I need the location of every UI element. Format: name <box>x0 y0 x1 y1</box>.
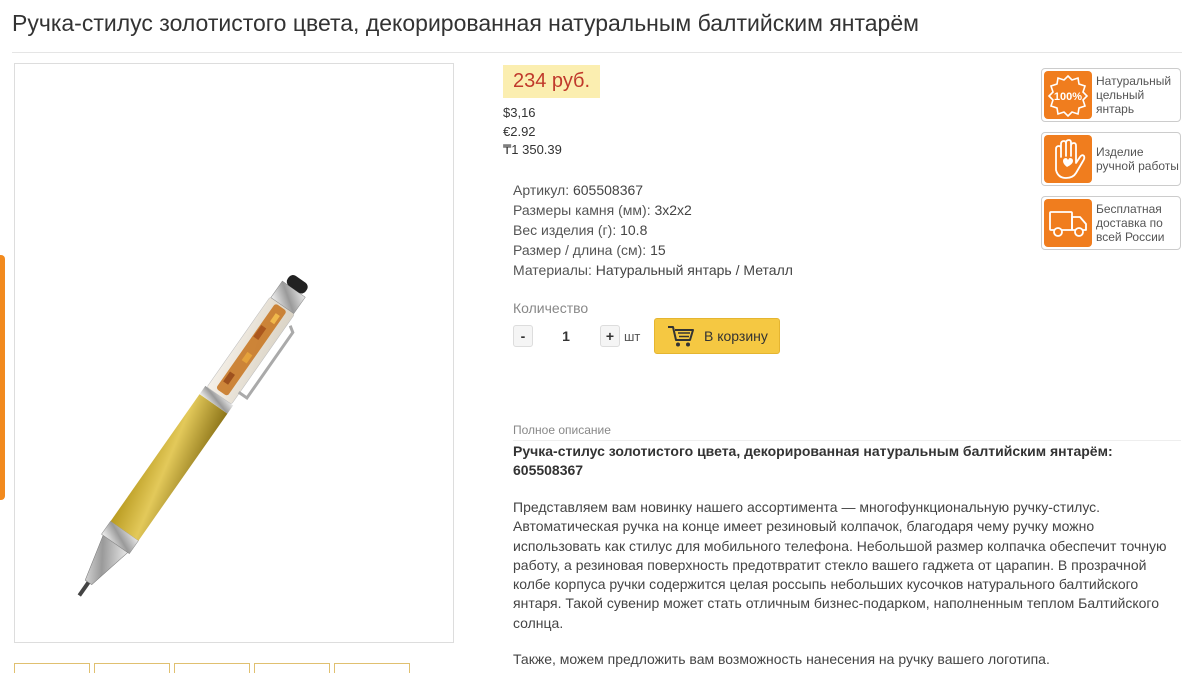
quantity-decrease-button[interactable]: - <box>513 325 533 347</box>
thumbnail[interactable] <box>14 663 90 673</box>
spec-stone-size: Размеры камня (мм): 3х2х2 <box>513 202 692 218</box>
price: 234 руб. <box>503 65 601 98</box>
badge-label: Бесплатная доставка по всей России <box>1096 202 1165 244</box>
thumbnail[interactable] <box>174 663 250 673</box>
pen-image <box>77 274 308 597</box>
badge-natural-amber[interactable]: 100% Натуральный цельный янтарь <box>1041 68 1181 122</box>
thumbnail-strip <box>14 663 410 673</box>
thumbnail[interactable] <box>94 663 170 673</box>
description-body: Представляем вам новинку нашего ассортим… <box>513 499 1167 631</box>
badge-label: Натуральный цельный янтарь <box>1096 74 1172 116</box>
product-specs: Артикул: 605508367 Размеры камня (мм): 3… <box>513 180 793 280</box>
badge-label: Изделие ручной работы <box>1096 145 1179 173</box>
description-logo-note: Также, можем предложить вам возможность … <box>513 651 1050 667</box>
quantity-label: Количество <box>513 300 589 316</box>
add-to-cart-label: В корзину <box>704 328 768 344</box>
quantity-input[interactable] <box>540 325 592 347</box>
alt-prices: $3,16 €2.92 ₸1 350.39 <box>503 104 562 160</box>
price-kzt: ₸1 350.39 <box>503 142 562 157</box>
quantity-increase-button[interactable]: + <box>600 325 620 347</box>
cart-icon <box>668 326 694 347</box>
thumbnail[interactable] <box>334 663 410 673</box>
page-title: Ручка-стилус золотистого цвета, декориро… <box>12 10 919 36</box>
price-eur: €2.92 <box>503 123 536 139</box>
description-title: Ручка-стилус золотистого цвета, декориро… <box>513 443 1113 478</box>
badge-free-delivery[interactable]: Бесплатная доставка по всей России <box>1041 196 1181 250</box>
product-photo[interactable] <box>14 63 454 643</box>
side-tab[interactable] <box>0 255 5 500</box>
svg-text:100%: 100% <box>1054 91 1082 103</box>
spec-article: Артикул: 605508367 <box>513 182 644 198</box>
hand-heart-icon <box>1055 139 1086 179</box>
spec-weight: Вес изделия (г): 10.8 <box>513 222 648 238</box>
price-usd: $3,16 <box>503 105 536 120</box>
add-to-cart-button[interactable]: В корзину <box>654 318 780 354</box>
badge-handmade[interactable]: Изделие ручной работы <box>1041 132 1181 186</box>
100-percent-icon: 100% <box>1047 74 1089 117</box>
spec-materials: Материалы: Натуральный янтарь / Металл <box>513 262 793 278</box>
description-heading: Полное описание <box>513 423 611 437</box>
description-divider <box>513 440 1181 441</box>
quantity-unit: шт <box>624 329 641 344</box>
title-divider <box>12 52 1182 53</box>
thumbnail[interactable] <box>254 663 330 673</box>
delivery-truck-icon <box>1049 211 1087 237</box>
spec-length: Размер / длина (см): 15 <box>513 242 666 258</box>
